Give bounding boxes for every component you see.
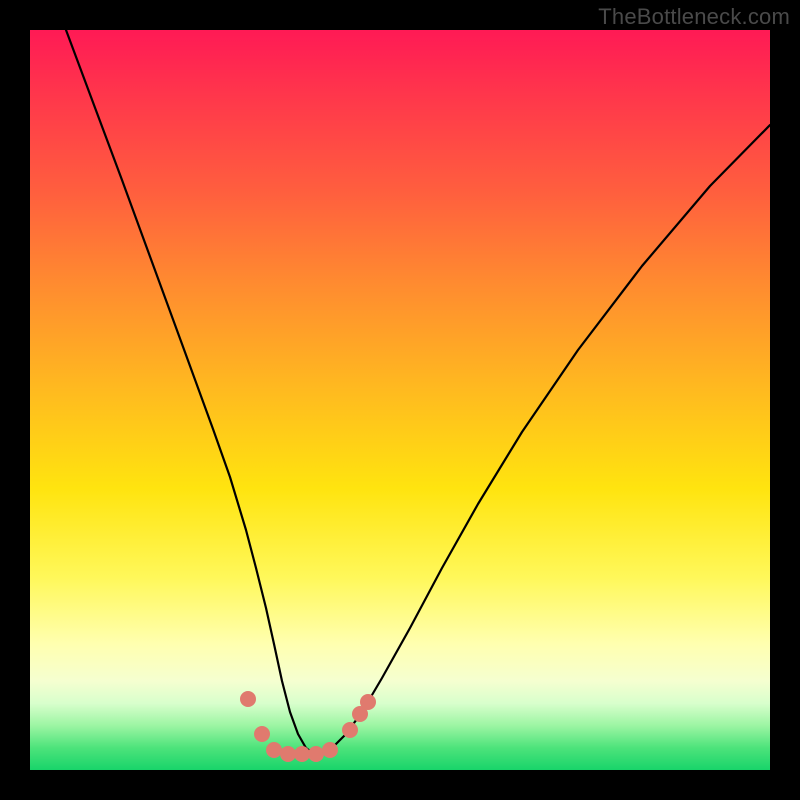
plot-area	[30, 30, 770, 770]
marker-dot	[360, 694, 376, 710]
marker-dot	[322, 742, 338, 758]
chart-frame: TheBottleneck.com	[0, 0, 800, 800]
marker-dot	[254, 726, 270, 742]
bottleneck-curve	[66, 30, 770, 754]
marker-dot	[294, 746, 310, 762]
marker-group	[240, 691, 376, 762]
marker-dot	[266, 742, 282, 758]
marker-dot	[280, 746, 296, 762]
marker-dot	[342, 722, 358, 738]
marker-dot	[240, 691, 256, 707]
curve-layer	[30, 30, 770, 770]
watermark-text: TheBottleneck.com	[598, 4, 790, 30]
marker-dot	[308, 746, 324, 762]
